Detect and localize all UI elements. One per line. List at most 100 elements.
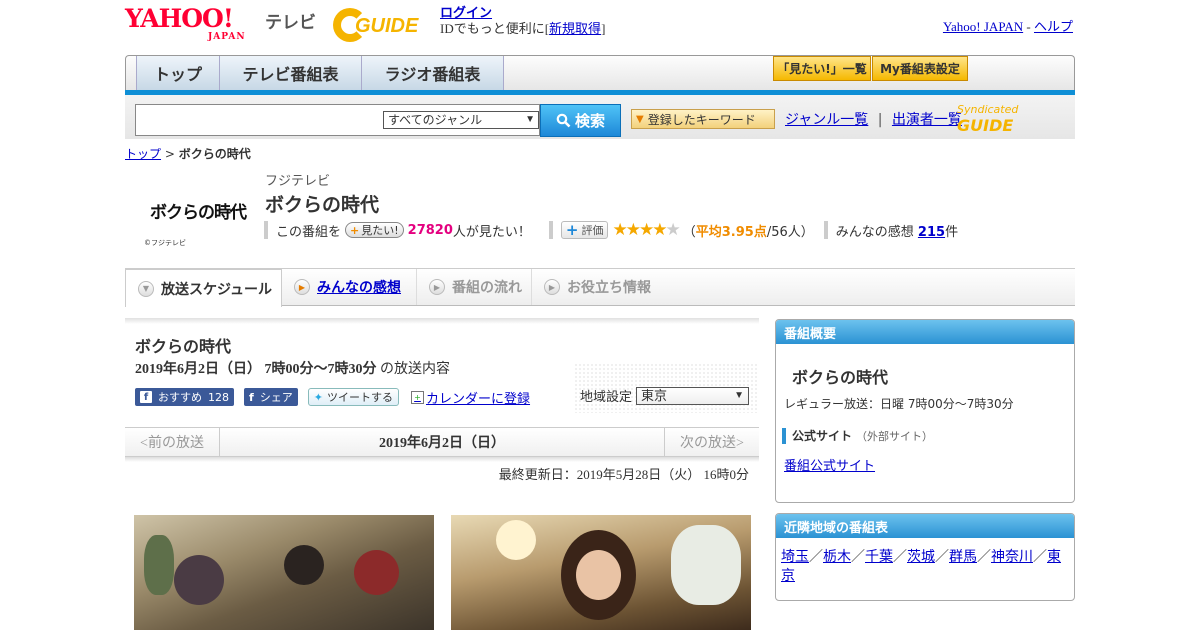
twitter-bird-icon: ✦ [313, 390, 324, 404]
login-link[interactable]: ログイン [440, 5, 492, 20]
nav-tab-tv-schedule[interactable]: テレビ番組表 [220, 56, 362, 90]
gguide-logo[interactable]: GUIDE [333, 6, 433, 44]
yahoo-japan-logo[interactable]: YAHOO! JAPAN [125, 6, 261, 43]
mitai-button[interactable]: + 見たい! [345, 222, 404, 238]
mitai-list-button[interactable]: 「見たい!」一覧 [773, 56, 871, 81]
tab-label: みんなの感想 [317, 280, 401, 296]
program-logo-copyright: ©フジテレビ [144, 239, 186, 247]
dropdown-arrow-icon: ▼ [525, 114, 535, 125]
nav-tab-radio-schedule[interactable]: ラジオ番組表 [362, 56, 504, 90]
schedule-title: ボクらの時代 [135, 337, 232, 356]
region-link[interactable]: 千葉 [865, 550, 893, 565]
photo-figure [354, 550, 399, 595]
mitai-count: 27820 [407, 222, 453, 238]
breadcrumb: トップ > ボクらの時代 [125, 145, 251, 162]
prev-broadcast-link[interactable]: <前の放送 [125, 428, 220, 456]
kansou-suffix: 件 [945, 224, 959, 240]
next-broadcast-link[interactable]: 次の放送> [664, 428, 759, 456]
tweet-button[interactable]: ✦ ツイートする [307, 388, 400, 406]
rating-open-paren: （ [682, 224, 696, 240]
kansou-summary: みんなの感想 215件 [836, 221, 958, 240]
social-buttons: f おすすめ 128 f シェア ✦ ツイートする + カレンダーに登録 [135, 388, 530, 407]
plus-icon: + [565, 221, 579, 239]
tweet-label: ツイートする [327, 391, 394, 404]
search-area: すべてのジャンル ▼ 検索 ▼ 登録したキーワード ジャンル一覧 | 出演者一覧… [125, 95, 1075, 139]
tab-reviews[interactable]: ▶ みんなの感想 [282, 269, 417, 305]
photo-flowers [671, 525, 741, 605]
nearby-heading: 近隣地域の番組表 [776, 514, 1074, 538]
syndicated-label: Syndicated [957, 103, 1019, 116]
tv-logo-text[interactable]: テレビ [265, 8, 316, 33]
region-link[interactable]: 栃木 [823, 550, 851, 565]
fb-recommend-count: 128 [208, 390, 229, 404]
schedule-date-time: 2019年6月2日（日） 7時00分～7時30分 [135, 362, 377, 377]
top-right-links: Yahoo! JAPAN - ヘルプ [943, 16, 1073, 35]
region-link[interactable]: 群馬 [949, 550, 977, 565]
region-separator: ／ [1033, 550, 1047, 565]
registered-keyword-button[interactable]: ▼ 登録したキーワード [631, 109, 775, 129]
kansou-count-link[interactable]: 215 [918, 225, 945, 240]
yahoo-japan-link[interactable]: Yahoo! JAPAN [943, 19, 1023, 34]
performer-list-link[interactable]: 出演者一覧 [892, 112, 962, 128]
calendar-register-link[interactable]: + カレンダーに登録 [411, 388, 530, 407]
register-close: ] [601, 21, 606, 36]
genre-select[interactable]: すべてのジャンル ▼ [383, 111, 539, 129]
keyword-button-label: 登録したキーワード [647, 112, 756, 127]
rate-button-label: 評価 [581, 224, 604, 237]
region-link[interactable]: 神奈川 [991, 550, 1033, 565]
search-button-label: 検索 [574, 112, 605, 130]
facebook-icon: f [140, 391, 152, 403]
region-separator: ／ [893, 550, 907, 565]
mitai-button-label: 見たい! [361, 224, 399, 237]
help-link[interactable]: ヘルプ [1034, 19, 1073, 34]
tab-useful-info: ▶ お役立ち情報 [532, 269, 667, 305]
login-box: ログイン IDでもっと便利に[新規取得] [440, 5, 605, 37]
nav-tab-top[interactable]: トップ [136, 56, 220, 90]
tab-label: 放送スケジュール [161, 281, 273, 298]
station-name: フジテレビ [265, 174, 331, 189]
region-link[interactable]: 埼玉 [781, 550, 809, 565]
dropdown-arrow-icon: ▼ [636, 113, 644, 125]
program-sub-tabs: ▼ 放送スケジュール ▶ みんなの感想 ▶ 番組の流れ ▶ お役立ち情報 [125, 268, 1075, 307]
photo-figure [174, 555, 224, 605]
kansou-label: みんなの感想 [835, 224, 914, 240]
official-site-sublabel: （外部サイト） [856, 429, 934, 443]
link-separator: - [1023, 19, 1034, 34]
region-select-value: 東京 [641, 387, 668, 403]
play-arrow-icon: ▶ [294, 279, 310, 295]
facebook-share-button[interactable]: f シェア [244, 388, 298, 406]
program-logo-text: ボクらの時代 [150, 203, 247, 223]
play-arrow-icon: ▶ [429, 279, 445, 295]
register-link[interactable]: 新規取得 [549, 21, 601, 36]
current-broadcast-date: 2019年6月2日（日） [379, 436, 505, 451]
official-site-link[interactable]: 番組公式サイト [784, 455, 875, 474]
breadcrumb-top-link[interactable]: トップ [125, 147, 161, 161]
breadcrumb-separator: > [161, 147, 179, 161]
official-site-label: 公式サイト [792, 429, 853, 443]
official-site-heading: 公式サイト （外部サイト） [782, 427, 933, 444]
facebook-recommend-button[interactable]: f おすすめ 128 [135, 388, 234, 406]
region-label: 地域設定 [579, 390, 632, 405]
last-updated: 最終更新日：2019年5月28日（火） 16時0分 [498, 467, 749, 482]
dropdown-arrow-icon: ▼ [734, 389, 744, 401]
region-separator: ／ [851, 550, 865, 565]
rate-button[interactable]: + 評価 [560, 221, 609, 239]
star-icon: ★ [665, 220, 680, 240]
program-title: ボクらの時代 [265, 194, 380, 216]
link-separator: | [877, 112, 883, 128]
divider [548, 221, 553, 239]
region-select[interactable]: 東京 ▼ [636, 386, 749, 405]
nearby-regions-panel: 近隣地域の番組表 埼玉／栃木／千葉／茨城／群馬／神奈川／東京 [775, 513, 1075, 601]
schedule-date-suffix: の放送内容 [376, 362, 450, 377]
japan-logo-text: JAPAN [208, 32, 246, 42]
region-link[interactable]: 茨城 [907, 550, 935, 565]
search-button[interactable]: 検索 [540, 104, 621, 137]
star-icon: ★ [612, 220, 627, 240]
genre-list-link[interactable]: ジャンル一覧 [785, 112, 868, 128]
facebook-icon: f [249, 390, 254, 404]
login-text: IDでもっと便利に[ [440, 21, 550, 36]
tab-broadcast-schedule[interactable]: ▼ 放送スケジュール [125, 269, 282, 307]
program-stats-row: この番組を + 見たい! 27820 人が見たい！ + 評価 ★★★★★ （平均… [264, 220, 958, 240]
syndicated-gguide-logo: Syndicated GUIDE [957, 103, 1075, 135]
my-schedule-button[interactable]: My番組表設定 [872, 56, 968, 81]
